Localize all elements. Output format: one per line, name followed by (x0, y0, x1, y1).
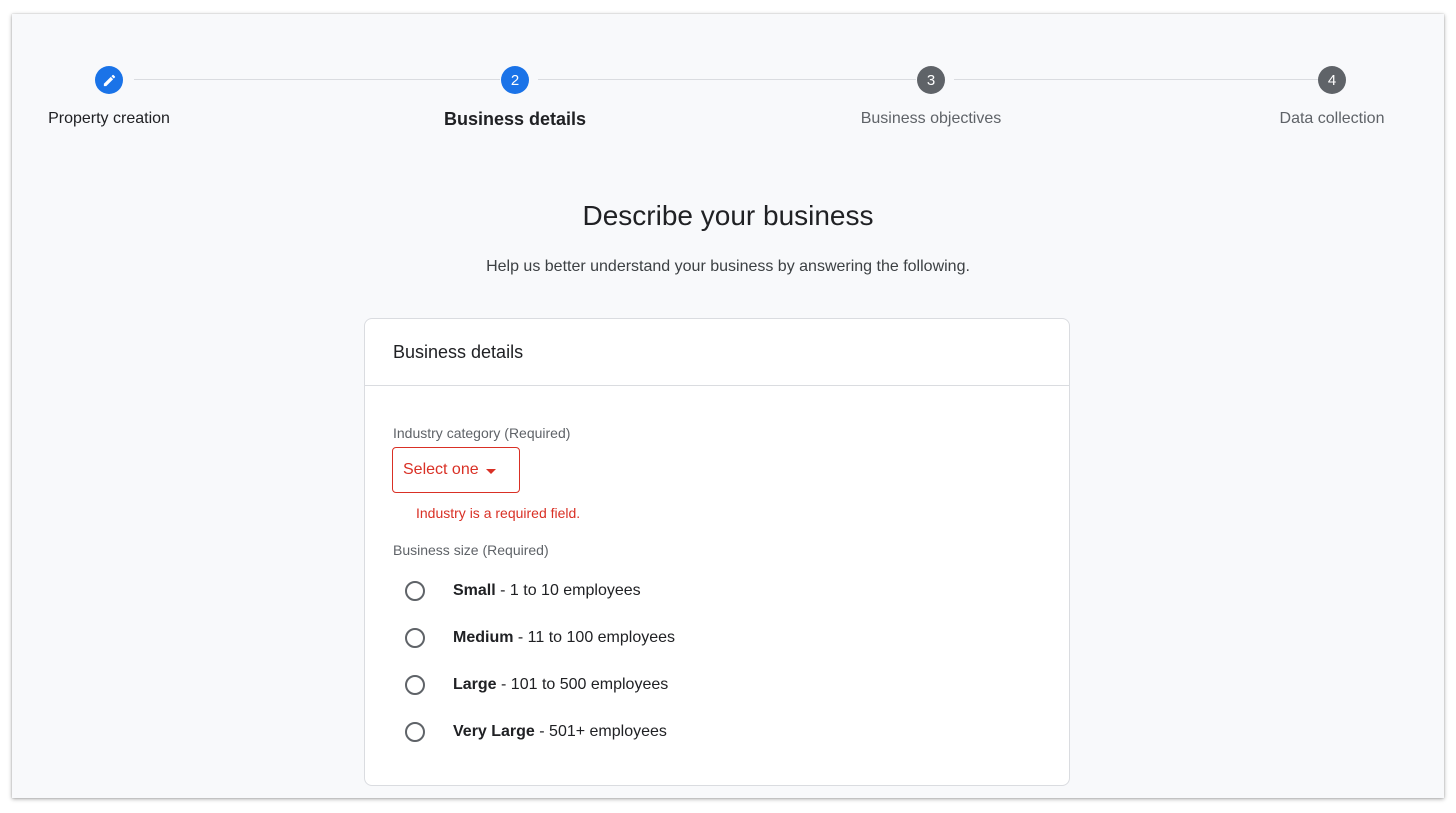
industry-category-select[interactable]: Select one (392, 447, 520, 493)
step-1-circle (95, 66, 123, 94)
step-business-objectives[interactable]: 3 Business objectives (821, 66, 1041, 128)
step-label: Data collection (1279, 110, 1385, 127)
step-3-circle: 3 (917, 66, 945, 94)
step-label: Business details (443, 109, 587, 129)
pencil-icon (103, 74, 115, 86)
industry-error-message: Industry is a required field. (416, 505, 581, 521)
radio-button[interactable] (405, 628, 425, 648)
radio-button[interactable] (405, 675, 425, 695)
step-2-circle: 2 (501, 66, 529, 94)
size-name: Very Large (453, 723, 535, 740)
size-name: Small (453, 582, 496, 599)
size-option-medium[interactable]: Medium - 11 to 100 employees (405, 628, 675, 648)
page-subtitle: Help us better understand your business … (486, 258, 970, 275)
radio-label: Large - 101 to 500 employees (453, 676, 668, 694)
page-title: Describe your business (582, 200, 874, 231)
size-option-very-large[interactable]: Very Large - 501+ employees (405, 722, 667, 742)
step-property-creation[interactable]: Property creation (12, 66, 219, 128)
business-details-card: Business details Industry category (Requ… (364, 318, 1070, 786)
step-label: Property creation (48, 110, 170, 127)
step-business-details[interactable]: 2 Business details (405, 66, 625, 130)
size-name: Large (453, 676, 497, 693)
step-data-collection[interactable]: 4 Data collection (1222, 66, 1442, 128)
industry-category-label: Industry category (Required) (393, 425, 571, 441)
setup-window: Property creation 2 Business details 3 B… (12, 14, 1444, 798)
step-label: Business objectives (860, 110, 1002, 127)
radio-label: Medium - 11 to 100 employees (453, 629, 675, 647)
size-detail: - 1 to 10 employees (495, 582, 641, 599)
business-size-label: Business size (Required) (393, 542, 549, 558)
step-4-circle: 4 (1318, 66, 1346, 94)
card-title: Business details (365, 319, 1069, 386)
size-detail: - 11 to 100 employees (513, 629, 676, 646)
size-name: Medium (453, 629, 514, 646)
size-option-small[interactable]: Small - 1 to 10 employees (405, 581, 641, 601)
size-option-large[interactable]: Large - 101 to 500 employees (405, 675, 668, 695)
industry-select-value: Select one (403, 461, 479, 478)
caret-down-icon (485, 468, 496, 474)
size-detail: - 101 to 500 employees (496, 676, 669, 693)
radio-label: Very Large - 501+ employees (453, 723, 667, 741)
radio-button[interactable] (405, 722, 425, 742)
radio-button[interactable] (405, 581, 425, 601)
radio-label: Small - 1 to 10 employees (453, 582, 641, 600)
size-detail: - 501+ employees (534, 723, 667, 740)
